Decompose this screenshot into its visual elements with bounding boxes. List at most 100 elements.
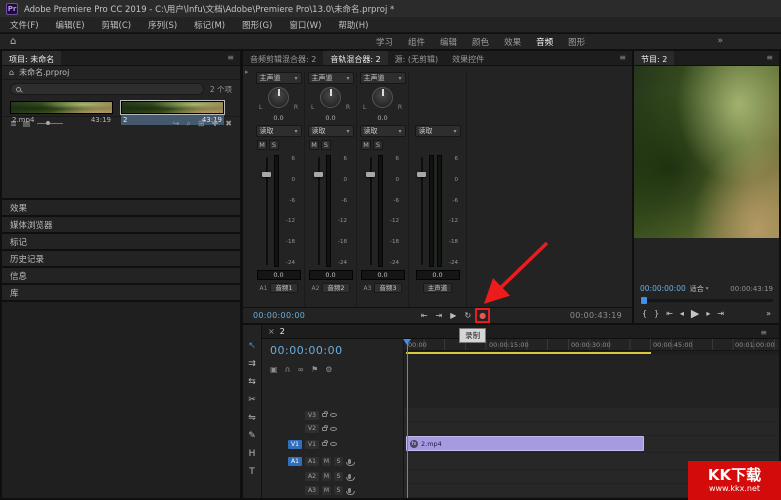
mark-in-button[interactable]: { <box>642 309 647 318</box>
menu-item[interactable]: 标记(M) <box>192 18 227 32</box>
thumbnail-zoom-slider[interactable] <box>37 123 63 124</box>
add-marker-icon[interactable]: ⚑ <box>311 365 318 374</box>
selection-tool[interactable]: ↖ <box>248 341 256 351</box>
menu-item[interactable]: 序列(S) <box>146 18 179 32</box>
panel-tab[interactable]: 媒体浏览器 <box>2 217 240 232</box>
project-file-tab[interactable]: 未命名.prproj <box>19 67 69 78</box>
go-to-in-button[interactable]: ⇤ <box>421 311 428 320</box>
track-lock-icon[interactable] <box>322 427 327 431</box>
track-output-icon[interactable] <box>330 442 337 446</box>
tab-graphics[interactable]: 图形 <box>568 36 585 48</box>
hand-tool[interactable]: H <box>249 449 256 459</box>
track-target[interactable]: A2 <box>305 472 319 481</box>
tab-source-monitor[interactable]: 源: (无剪辑) <box>388 51 445 65</box>
mute-button[interactable]: M <box>361 140 371 150</box>
menu-item[interactable]: 剪辑(C) <box>100 18 134 32</box>
volume-fader[interactable] <box>314 155 323 267</box>
panel-tab[interactable]: 标记 <box>2 234 240 249</box>
snap-icon[interactable]: ∩ <box>285 365 291 374</box>
solo-button[interactable]: S <box>334 472 343 481</box>
solo-button[interactable]: S <box>269 140 279 150</box>
track-lock-icon[interactable] <box>322 413 327 417</box>
play-button[interactable]: ▶ <box>450 311 456 320</box>
automation-mode-select[interactable]: 读取 ▾ <box>415 125 461 137</box>
pen-tool[interactable]: ✎ <box>248 431 256 441</box>
tab-learn[interactable]: 学习 <box>376 36 393 48</box>
pan-value[interactable]: 0.0 <box>325 114 335 122</box>
track-lock-icon[interactable] <box>322 442 327 446</box>
current-timecode[interactable]: 00:00:00:00 <box>253 311 305 320</box>
track-header-v3[interactable]: V3 <box>262 409 403 422</box>
close-icon[interactable]: × <box>268 327 275 336</box>
clip-card[interactable]: 2.mp4 43:19 <box>10 101 113 114</box>
clip-card[interactable]: 2 43:19 <box>121 101 224 114</box>
tab-color[interactable]: 颜色 <box>472 36 489 48</box>
panel-tab[interactable]: 信息 <box>2 268 240 283</box>
track-header-a2[interactable]: A2 M S <box>262 470 403 483</box>
list-view-icon[interactable]: ≣ <box>10 119 17 128</box>
pan-value[interactable]: 0.0 <box>377 114 387 122</box>
slip-tool[interactable]: ⇋ <box>248 413 256 423</box>
track-target[interactable]: V1 <box>305 440 319 449</box>
timeline-clip[interactable]: fx 2.mp4 <box>406 436 644 451</box>
track-lane-v2[interactable] <box>404 422 779 435</box>
solo-button[interactable]: S <box>334 457 343 466</box>
mute-button[interactable]: M <box>309 140 319 150</box>
pan-knob[interactable] <box>268 87 289 108</box>
ripple-edit-tool[interactable]: ⇆ <box>248 377 256 387</box>
type-tool[interactable]: T <box>249 467 255 477</box>
panel-menu-icon[interactable]: ≡ <box>221 51 240 65</box>
mark-out-button[interactable]: } <box>654 309 659 318</box>
mute-button[interactable]: M <box>322 486 331 495</box>
source-patch[interactable] <box>288 486 302 495</box>
fader-handle[interactable] <box>314 172 323 177</box>
search-box[interactable] <box>10 83 204 95</box>
automation-mode-select[interactable]: 读取 ▾ <box>256 125 302 137</box>
source-patch[interactable] <box>288 472 302 481</box>
level-value[interactable]: 0.0 <box>309 270 353 280</box>
step-forward-button[interactable]: ▸ <box>706 309 710 318</box>
track-output-select[interactable]: 主声道 ▾ <box>360 72 406 84</box>
level-value[interactable]: 0.0 <box>257 270 301 280</box>
pan-value[interactable]: 0.0 <box>273 114 283 122</box>
panel-tab[interactable]: 效果 <box>2 200 240 215</box>
source-patch[interactable]: A1 <box>288 457 302 466</box>
panel-tab[interactable]: 库 <box>2 285 240 300</box>
source-patch[interactable] <box>288 411 302 420</box>
pan-knob[interactable] <box>320 87 341 108</box>
menu-item[interactable]: 图形(G) <box>240 18 274 32</box>
level-value[interactable]: 0.0 <box>361 270 405 280</box>
menu-item[interactable]: 窗口(W) <box>287 18 323 32</box>
solo-button[interactable]: S <box>373 140 383 150</box>
voiceover-record-icon[interactable] <box>348 459 351 464</box>
play-button[interactable]: ▶ <box>691 307 699 320</box>
level-value[interactable]: 0.0 <box>416 270 460 280</box>
menu-item[interactable]: 文件(F) <box>8 18 41 32</box>
nested-sequence-icon[interactable]: ▣ <box>270 365 278 374</box>
playhead[interactable] <box>407 339 408 498</box>
loop-button[interactable]: ↻ <box>464 311 471 320</box>
master-volume-fader[interactable] <box>417 155 426 267</box>
track-target[interactable]: V2 <box>305 424 319 433</box>
program-scrubber[interactable] <box>640 296 773 305</box>
menu-item[interactable]: 编辑(E) <box>54 18 87 32</box>
mute-button[interactable]: M <box>257 140 267 150</box>
workspace-overflow-icon[interactable]: » <box>717 36 723 46</box>
tab-sequence[interactable]: 2 <box>280 327 285 336</box>
icon-view-icon[interactable]: ▤ <box>23 119 31 128</box>
panel-menu-icon[interactable]: ≡ <box>613 51 632 65</box>
scrubber-playhead[interactable] <box>641 297 647 304</box>
source-patch[interactable]: V1 <box>288 440 302 449</box>
tab-audio-clip-mixer[interactable]: 音频剪辑混合器: 2 <box>243 51 323 65</box>
menu-item[interactable]: 帮助(H) <box>336 18 370 32</box>
solo-button[interactable]: S <box>334 486 343 495</box>
step-back-button[interactable]: ◂ <box>680 309 684 318</box>
razor-tool[interactable]: ✂ <box>248 395 256 405</box>
panel-tab[interactable]: 历史记录 <box>2 251 240 266</box>
timeline-settings-icon[interactable]: ⚙ <box>325 365 332 374</box>
new-bin-icon[interactable]: ⊞ <box>198 119 205 129</box>
mute-button[interactable]: M <box>322 472 331 481</box>
tab-project[interactable]: 项目: 未命名 <box>2 51 61 65</box>
track-lane-v1[interactable]: fx 2.mp4 <box>404 436 779 452</box>
track-target[interactable]: A1 <box>305 457 319 466</box>
